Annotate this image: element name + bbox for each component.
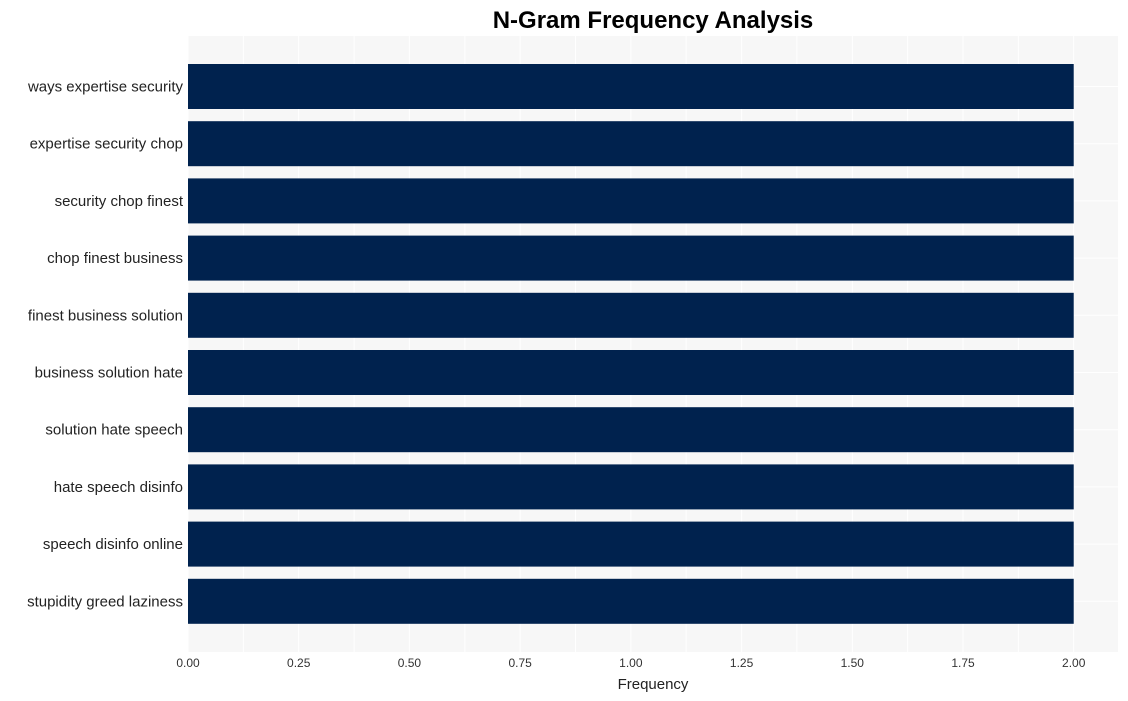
y-tick-label: business solution hate [35,365,183,382]
bar [188,292,1074,338]
x-axis-ticks: 0.00 0.25 0.50 0.75 1.00 1.25 1.50 1.75 2.00 [176,656,1085,670]
x-tick-label: 0.00 [176,656,200,670]
x-axis-label: Frequency [618,676,689,693]
bar [188,350,1074,395]
bar [188,235,1074,281]
ngram-bar-chart: ways expertise security expertise securit… [27,7,1118,693]
x-tick-label: 1.00 [619,656,643,670]
bar [188,407,1074,453]
bar [188,464,1074,510]
y-tick-label: hate speech disinfo [54,479,183,496]
x-tick-label: 1.50 [841,656,865,670]
y-tick-label: expertise security chop [30,136,183,153]
y-tick-label: speech disinfo online [43,536,183,553]
y-axis-labels: ways expertise security expertise securit… [27,79,184,611]
y-tick-label: chop finest business [47,250,183,267]
bar [188,521,1074,567]
y-tick-label: security chop finest [55,193,184,210]
x-tick-label: 0.25 [287,656,311,670]
x-tick-label: 1.75 [951,656,975,670]
bar [188,121,1074,167]
chart-title: N-Gram Frequency Analysis [493,7,814,34]
x-tick-label: 2.00 [1062,656,1086,670]
bar [188,178,1074,224]
x-tick-label: 1.25 [730,656,754,670]
x-tick-label: 0.50 [398,656,422,670]
y-tick-label: solution hate speech [45,422,183,439]
y-tick-label: finest business solution [28,307,183,324]
x-tick-label: 0.75 [508,656,532,670]
bar [188,578,1074,624]
bar [188,64,1074,109]
y-tick-label: ways expertise security [27,79,184,96]
y-tick-label: stupidity greed laziness [27,593,183,610]
